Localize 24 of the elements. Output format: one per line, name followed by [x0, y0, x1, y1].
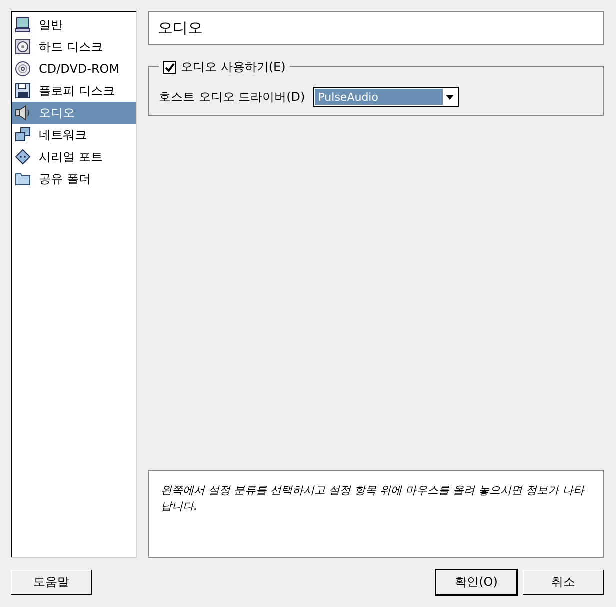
sidebar-item[interactable]: 일반 — [12, 14, 136, 36]
enable-audio-checkbox[interactable]: 오디오 사용하기(E) — [159, 59, 290, 76]
page-title: 오디오 — [148, 11, 604, 45]
serial-port-icon — [15, 149, 31, 165]
info-text: 왼쪽에서 설정 분류를 선택하시고 설정 항목 위에 마우스를 올려 놓으시면 정보가 나타납니다. — [161, 484, 584, 513]
network-icon — [15, 127, 31, 143]
help-button[interactable]: 도움말 — [11, 570, 92, 595]
sidebar-item[interactable]: 시리얼 포트 — [12, 146, 136, 168]
folder-icon — [15, 171, 31, 187]
hard-disk-icon — [15, 39, 31, 55]
sidebar-item[interactable]: 네트워크 — [12, 124, 136, 146]
disc-icon — [15, 61, 31, 77]
checkbox-icon[interactable] — [163, 61, 176, 74]
driver-label: 호스트 오디오 드라이버(D) — [159, 88, 306, 106]
sidebar-item[interactable]: 공유 폴더 — [12, 168, 136, 190]
monitor-icon — [15, 17, 31, 33]
sidebar-item[interactable]: CD/DVD-ROM — [12, 58, 136, 80]
sidebar-item[interactable]: 하드 디스크 — [12, 36, 136, 58]
ok-button[interactable]: 확인(O) — [436, 570, 517, 595]
speaker-icon — [15, 105, 31, 121]
floppy-icon — [15, 83, 31, 99]
dropdown-arrow-icon — [446, 94, 454, 100]
cancel-button[interactable]: 취소 — [523, 570, 604, 595]
sidebar-item[interactable]: 플로피 디스크 — [12, 80, 136, 102]
